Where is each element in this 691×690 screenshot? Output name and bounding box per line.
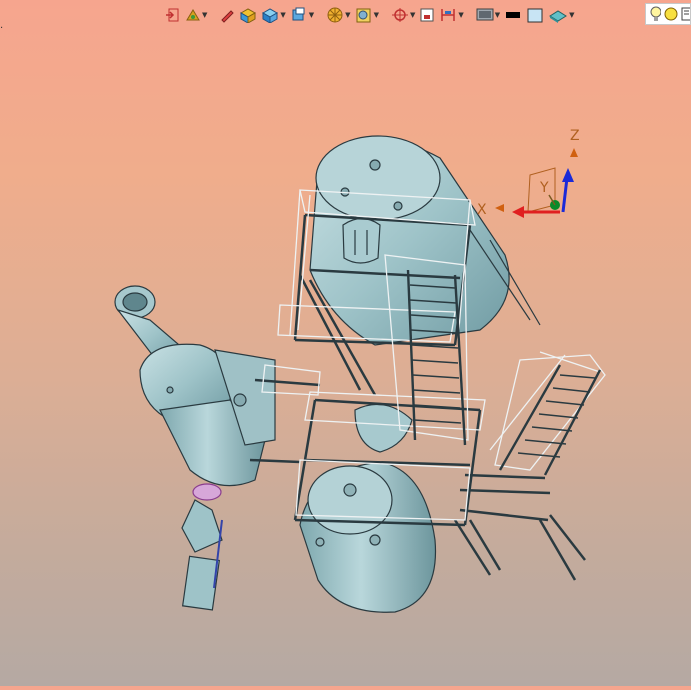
x-axis-label: X (477, 202, 487, 218)
material-icon (549, 10, 568, 23)
section-view-button[interactable]: ▼ (354, 4, 380, 26)
model-canvas[interactable]: X Y Z (0, 0, 691, 686)
view-mode-icon (327, 7, 343, 23)
measure-icon (420, 8, 434, 22)
pen-icon (221, 10, 235, 23)
upper-tank[interactable] (309, 135, 541, 346)
3d-viewport[interactable]: . X Y Z ▼ ▼ ▼ ▼ ▼ ▼ ▼ ▼ ▼ (0, 0, 691, 686)
views-icon (292, 7, 305, 21)
separator-vessel[interactable] (114, 285, 276, 611)
normal-view-button[interactable] (238, 4, 258, 26)
dimension-button[interactable]: ▼ (438, 4, 464, 26)
views-dropdown-button[interactable]: ▼ (289, 4, 315, 26)
display-settings-button[interactable]: ▼ (475, 4, 501, 26)
measure-button[interactable] (418, 4, 436, 26)
sketch-pen-button[interactable] (218, 4, 236, 26)
normal-view-icon (240, 8, 257, 23)
section-view-icon (356, 8, 371, 23)
isometric-view-button[interactable]: ▼ (260, 4, 286, 26)
y-axis-label: Y (539, 180, 549, 196)
exit-sketch-button[interactable] (164, 4, 182, 26)
fly-mode-icon (186, 9, 200, 21)
axis-triad[interactable]: X Y Z (477, 128, 580, 218)
panel-icon[interactable] (681, 6, 690, 22)
background-button[interactable] (525, 4, 545, 26)
isometric-view-icon (262, 8, 279, 23)
view-toolbar: ▼ ▼ ▼ ▼ ▼ ▼ ▼ ▼ ▼ (164, 3, 576, 27)
view-mode-button[interactable]: ▼ (325, 4, 351, 26)
exit-icon (166, 8, 179, 22)
dimension-icon (441, 9, 456, 21)
fly-mode-button[interactable]: ▼ (184, 4, 208, 26)
z-axis-head (562, 168, 574, 182)
background-icon (527, 8, 543, 23)
display-icon (476, 8, 494, 21)
hide-show-button[interactable]: ▼ (390, 4, 416, 26)
material-button[interactable]: ▼ (547, 4, 575, 26)
z-axis-arrow (561, 177, 569, 213)
light-bulb-icon[interactable] (650, 6, 662, 22)
corner-mark: . (0, 20, 4, 31)
black-color-button[interactable] (503, 4, 523, 26)
x-axis-head (512, 206, 524, 218)
lighting-controls (645, 3, 691, 25)
sun-icon[interactable] (664, 6, 678, 22)
hide-show-icon (391, 8, 408, 22)
black-swatch-icon (506, 12, 521, 18)
z-axis-label: Z (570, 128, 580, 144)
